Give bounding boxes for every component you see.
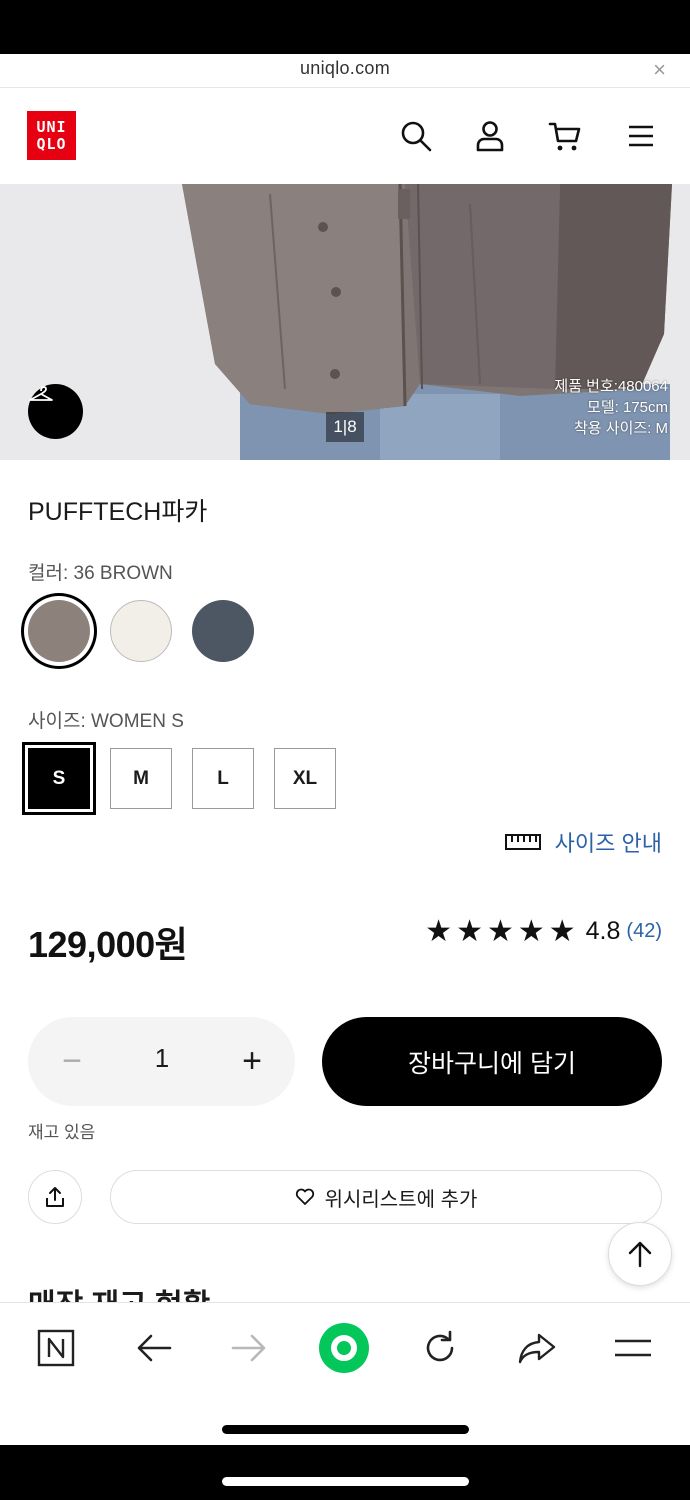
color-swatch-brown[interactable] bbox=[28, 600, 90, 662]
size-label: 사이즈: WOMEN S bbox=[28, 711, 184, 732]
forward-arrow-icon[interactable] bbox=[223, 1323, 275, 1373]
status-bar bbox=[0, 0, 690, 54]
menu-icon[interactable] bbox=[623, 118, 659, 154]
size-option-s[interactable]: S bbox=[28, 748, 90, 809]
home-indicator[interactable] bbox=[222, 1425, 469, 1434]
cart-icon[interactable] bbox=[547, 118, 583, 154]
share-button[interactable] bbox=[28, 1170, 82, 1224]
menu-lines-icon[interactable] bbox=[607, 1323, 659, 1373]
browser-toolbar bbox=[0, 1302, 690, 1445]
add-to-wishlist-button[interactable]: 위시리스트에 추가 bbox=[110, 1170, 662, 1224]
price: 129,000원 bbox=[28, 924, 188, 965]
add-to-cart-button[interactable]: 장바구니에 담기 bbox=[322, 1017, 662, 1106]
size-option-l[interactable]: L bbox=[192, 748, 254, 809]
product-image[interactable]: 1|8 제품 번호:480064 모델: 175cm 착용 사이즈: M bbox=[0, 184, 690, 460]
quantity-value: 1 bbox=[154, 1043, 170, 1073]
star-rating-icon: ★★★★★ bbox=[425, 915, 580, 948]
store-stock-heading: 매장 재고 현황 bbox=[28, 1280, 210, 1302]
model-info-line: 제품 번호:480064 bbox=[554, 378, 668, 395]
share-icon[interactable] bbox=[511, 1323, 563, 1373]
wishlist-label: 위시리스트에 추가 bbox=[324, 1188, 478, 1211]
naver-home-icon[interactable] bbox=[318, 1323, 370, 1373]
logo-line-2: QLO bbox=[36, 134, 67, 153]
account-icon[interactable] bbox=[472, 118, 508, 154]
logo-line-1: UNI bbox=[36, 117, 67, 136]
size-guide-link[interactable]: 사이즈 안내 bbox=[504, 826, 662, 858]
search-icon[interactable] bbox=[398, 118, 434, 154]
product-name: PUFFTECH파카 bbox=[28, 498, 208, 526]
home-indicator-secondary[interactable] bbox=[222, 1477, 469, 1486]
decrease-quantity-button[interactable]: − bbox=[58, 1037, 86, 1085]
uniqlo-logo[interactable]: UNI QLO bbox=[27, 111, 76, 160]
heart-icon bbox=[295, 1188, 314, 1205]
image-counter: 1|8 bbox=[326, 412, 364, 442]
product-details: PUFFTECH파카 컬러: 36 BROWN 사이즈: WOMEN S S M… bbox=[0, 460, 690, 1302]
url-bar[interactable]: uniqlo.com × bbox=[0, 54, 690, 88]
size-option-m[interactable]: M bbox=[110, 748, 172, 809]
upload-share-icon bbox=[46, 1187, 64, 1207]
close-icon[interactable]: × bbox=[653, 59, 666, 81]
quantity-stepper: − 1 + bbox=[28, 1017, 295, 1106]
stock-status: 재고 있음 bbox=[28, 1123, 96, 1142]
model-info-line: 모델: 175cm bbox=[587, 399, 668, 416]
url-text[interactable]: uniqlo.com bbox=[0, 58, 690, 79]
model-info-line: 착용 사이즈: M bbox=[574, 420, 668, 437]
color-swatch-offwhite[interactable] bbox=[110, 600, 172, 662]
rating[interactable]: ★★★★★ 4.8 (42) bbox=[425, 914, 662, 949]
back-arrow-icon[interactable] bbox=[128, 1323, 180, 1373]
hanger-icon[interactable] bbox=[28, 384, 83, 439]
site-header: UNI QLO bbox=[0, 88, 690, 184]
model-info: 제품 번호:480064 모델: 175cm 착용 사이즈: M bbox=[554, 376, 668, 439]
color-swatch-navy[interactable] bbox=[192, 600, 254, 662]
refresh-icon[interactable] bbox=[414, 1323, 466, 1373]
review-count[interactable]: (42) bbox=[626, 920, 662, 943]
rating-value: 4.8 bbox=[585, 917, 621, 945]
size-option-xl[interactable]: XL bbox=[274, 748, 336, 809]
naver-n-icon[interactable] bbox=[30, 1323, 82, 1373]
scroll-to-top-button[interactable] bbox=[608, 1222, 672, 1286]
increase-quantity-button[interactable]: + bbox=[237, 1037, 267, 1085]
size-guide-label: 사이즈 안내 bbox=[554, 831, 662, 856]
arrow-up-icon bbox=[628, 1241, 652, 1268]
bottom-system-bar bbox=[0, 1445, 690, 1500]
color-label: 컬러: 36 BROWN bbox=[28, 563, 173, 584]
ruler-icon bbox=[504, 834, 541, 850]
